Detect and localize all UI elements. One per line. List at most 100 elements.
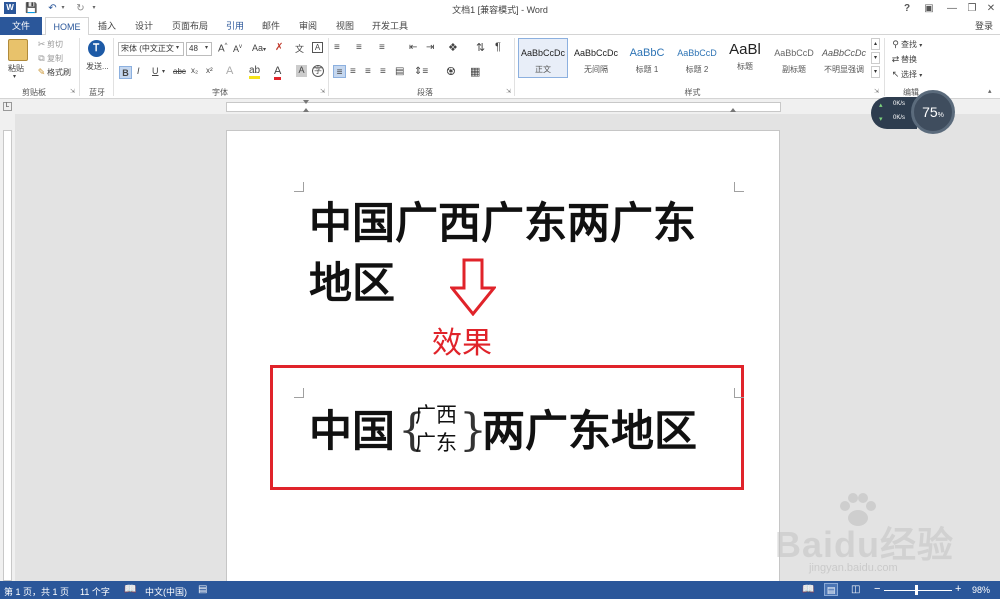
close-icon[interactable]: ✕ [982, 1, 1000, 16]
tab-mailings[interactable]: 邮件 [256, 17, 286, 35]
macro-record-icon[interactable]: ▤ [198, 584, 207, 595]
zoom-in-icon[interactable]: + [955, 583, 961, 595]
clear-formatting-icon[interactable]: ✗ [275, 42, 283, 53]
justify-icon[interactable]: ≡ [380, 66, 386, 77]
font-name-dropdown-icon[interactable]: ▾ [176, 44, 179, 51]
underline-button[interactable]: U [152, 66, 159, 76]
page-count[interactable]: 第 1 页，共 1 页 [4, 585, 69, 598]
styles-more-icon[interactable]: ▾ [871, 66, 880, 78]
document-line-1[interactable]: 中国广西广东两广东 [309, 198, 696, 250]
web-layout-icon[interactable]: ◫ [851, 584, 860, 595]
style-heading-1[interactable]: AaBbC 标题 1 [622, 38, 672, 78]
vertical-ruler[interactable] [3, 130, 12, 581]
enclose-characters-icon[interactable]: 字 [312, 65, 324, 77]
styles-launcher-icon[interactable]: ⇲ [874, 88, 879, 95]
result-prefix-text[interactable]: 中国 [309, 406, 395, 458]
borders-icon[interactable]: ▦ [470, 65, 480, 78]
cut-button[interactable]: ✂ 剪切 [36, 39, 63, 50]
sign-in-link[interactable]: 登录 [975, 19, 993, 32]
shrink-font-icon[interactable]: Av [233, 44, 242, 54]
tab-review[interactable]: 审阅 [293, 17, 323, 35]
font-size-select[interactable]: 48 [186, 42, 212, 56]
text-effects-icon[interactable]: A [226, 65, 233, 77]
chinese-layout-icon[interactable]: ❖ [448, 41, 458, 54]
grow-font-icon[interactable]: A^ [218, 43, 228, 54]
zoom-level[interactable]: 98% [972, 585, 990, 595]
result-suffix-text[interactable]: 两广东地区 [482, 406, 697, 458]
styles-scroll-up-icon[interactable]: ▴ [871, 38, 880, 50]
tab-design[interactable]: 设计 [129, 17, 159, 35]
ribbon-display-options-icon[interactable]: ▣ [920, 1, 938, 16]
underline-dropdown-icon[interactable]: ▾ [162, 68, 165, 75]
hanging-indent-marker[interactable] [303, 108, 309, 112]
italic-button[interactable]: I [137, 66, 140, 76]
distributed-icon[interactable]: ▤ [395, 66, 404, 77]
word-count[interactable]: 11 个字 [80, 585, 110, 598]
first-line-indent-marker[interactable] [303, 100, 309, 104]
bluetooth-send-button[interactable]: 发送... [86, 62, 110, 72]
bold-button[interactable]: B [119, 66, 132, 79]
tab-selector-icon[interactable]: L [3, 102, 12, 111]
paste-dropdown-icon[interactable]: ▾ [13, 73, 16, 80]
document-line-2[interactable]: 地区 [309, 258, 395, 310]
decrease-indent-icon[interactable]: ⇤ [409, 42, 417, 53]
font-size-dropdown-icon[interactable]: ▾ [205, 44, 208, 51]
tab-file[interactable]: 文件 [0, 17, 42, 35]
help-icon[interactable]: ? [898, 1, 916, 16]
restore-icon[interactable]: ❐ [963, 1, 981, 16]
memory-usage-circle[interactable]: 75% [911, 90, 955, 134]
combined-top-text[interactable]: 广西 [415, 402, 457, 428]
proofing-icon[interactable]: 📖 [124, 584, 136, 595]
language-indicator[interactable]: 中文(中国) [145, 585, 187, 598]
change-case-button[interactable]: Aa▾ [252, 43, 266, 53]
tab-home[interactable]: HOME [45, 17, 89, 36]
align-right-icon[interactable]: ≡ [365, 66, 371, 77]
superscript-button[interactable]: x² [206, 66, 213, 75]
multilevel-list-icon[interactable]: ≡ [379, 42, 385, 53]
style-title[interactable]: AaBl 标题 [722, 38, 768, 78]
find-button[interactable]: ⚲ 查找 ▾ [890, 39, 922, 50]
style-heading-2[interactable]: AaBbCcD 标题 2 [672, 38, 722, 78]
copy-button[interactable]: ⧉ 复制 [36, 53, 63, 64]
print-layout-icon[interactable]: ▤ [824, 583, 838, 596]
style-subtle-emphasis[interactable]: AaBbCcDc 不明显强调 [819, 38, 869, 78]
style-normal[interactable]: AaBbCcDc 正文 [518, 38, 568, 78]
show-marks-icon[interactable]: ¶ [495, 41, 501, 53]
combined-bottom-text[interactable]: 广东 [415, 430, 457, 456]
tab-view[interactable]: 视图 [330, 17, 360, 35]
character-shading-icon[interactable]: A [296, 65, 307, 77]
align-center-icon[interactable]: ≡ [350, 66, 356, 77]
font-name-select[interactable]: 宋体 (中文正文 [118, 42, 184, 56]
format-painter-button[interactable]: ✎ 格式刷 [36, 67, 71, 78]
tab-insert[interactable]: 插入 [92, 17, 122, 35]
select-button[interactable]: ↖ 选择 ▾ [890, 69, 923, 80]
bluetooth-icon[interactable]: Ꭲ [88, 40, 105, 57]
style-subtitle[interactable]: AaBbCcD 副标题 [769, 38, 819, 78]
character-border-icon[interactable]: A [312, 42, 323, 53]
clipboard-launcher-icon[interactable]: ⇲ [70, 88, 75, 95]
tab-page-layout[interactable]: 页面布局 [166, 17, 214, 35]
font-launcher-icon[interactable]: ⇲ [320, 88, 325, 95]
zoom-slider[interactable] [884, 590, 952, 591]
read-mode-icon[interactable]: 📖 [802, 584, 814, 595]
paragraph-launcher-icon[interactable]: ⇲ [506, 88, 511, 95]
tab-references[interactable]: 引用 [220, 17, 250, 35]
highlight-color-icon[interactable]: ab [249, 65, 261, 79]
style-no-spacing[interactable]: AaBbCcDc 无间隔 [571, 38, 621, 78]
bullets-icon[interactable]: ≡ [334, 42, 340, 53]
collapse-ribbon-icon[interactable]: ▴ [988, 87, 992, 95]
align-left-button[interactable]: ≡ [333, 65, 346, 78]
horizontal-ruler[interactable] [226, 102, 781, 112]
paste-icon[interactable] [8, 39, 28, 61]
minimize-icon[interactable]: — [943, 1, 961, 16]
sort-icon[interactable]: ⇅ [476, 41, 485, 54]
numbering-icon[interactable]: ≡ [356, 42, 362, 53]
shading-icon[interactable]: ♼ [446, 65, 456, 78]
zoom-slider-thumb[interactable] [915, 585, 918, 595]
font-color-icon[interactable]: A [274, 65, 282, 80]
subscript-button[interactable]: x₂ [191, 66, 198, 75]
styles-scroll-down-icon[interactable]: ▾ [871, 52, 880, 64]
increase-indent-icon[interactable]: ⇥ [426, 42, 434, 53]
replace-button[interactable]: ⇄ 替换 [890, 54, 917, 65]
phonetic-guide-icon[interactable]: 文 [295, 42, 304, 55]
